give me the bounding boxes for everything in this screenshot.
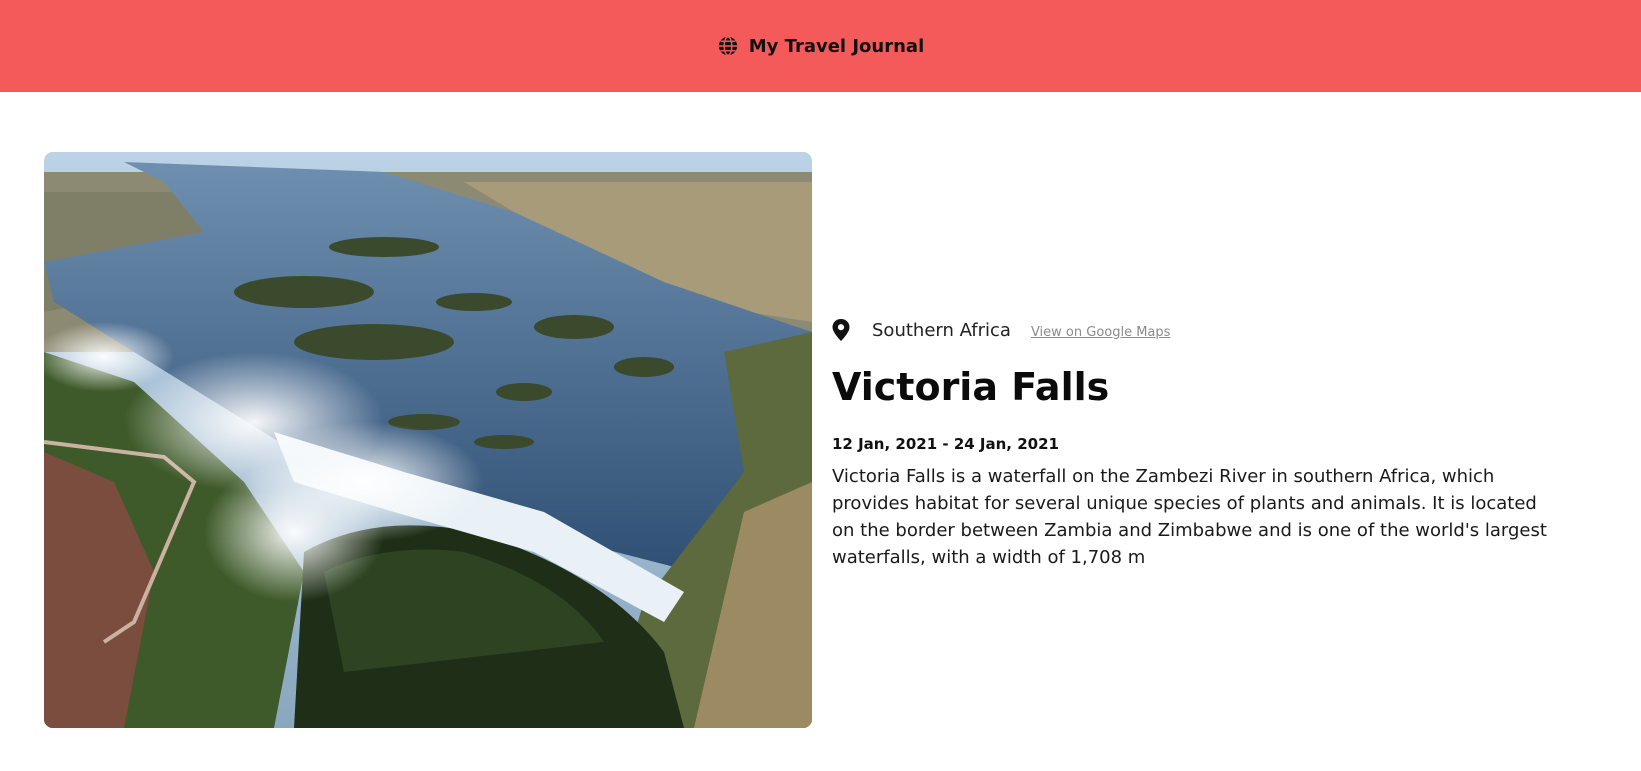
entry-details: Southern Africa View on Google Maps Vict… bbox=[832, 315, 1562, 589]
location-row: Southern Africa View on Google Maps bbox=[832, 315, 1562, 345]
globe-icon bbox=[717, 35, 739, 57]
location-name: Southern Africa bbox=[872, 319, 1011, 341]
app-header: My Travel Journal bbox=[0, 0, 1641, 92]
victoria-falls-image bbox=[44, 152, 812, 728]
entry-photo bbox=[44, 152, 812, 728]
trip-dates: 12 Jan, 2021 - 24 Jan, 2021 bbox=[832, 435, 1059, 453]
app-title: My Travel Journal bbox=[748, 35, 925, 57]
journal-entry: Southern Africa View on Google Maps Vict… bbox=[44, 152, 1604, 728]
map-pin-icon bbox=[832, 319, 850, 341]
place-description: Victoria Falls is a waterfall on the Zam… bbox=[832, 466, 1547, 568]
place-title: Victoria Falls bbox=[832, 365, 1110, 409]
google-maps-link[interactable]: View on Google Maps bbox=[1031, 325, 1171, 340]
